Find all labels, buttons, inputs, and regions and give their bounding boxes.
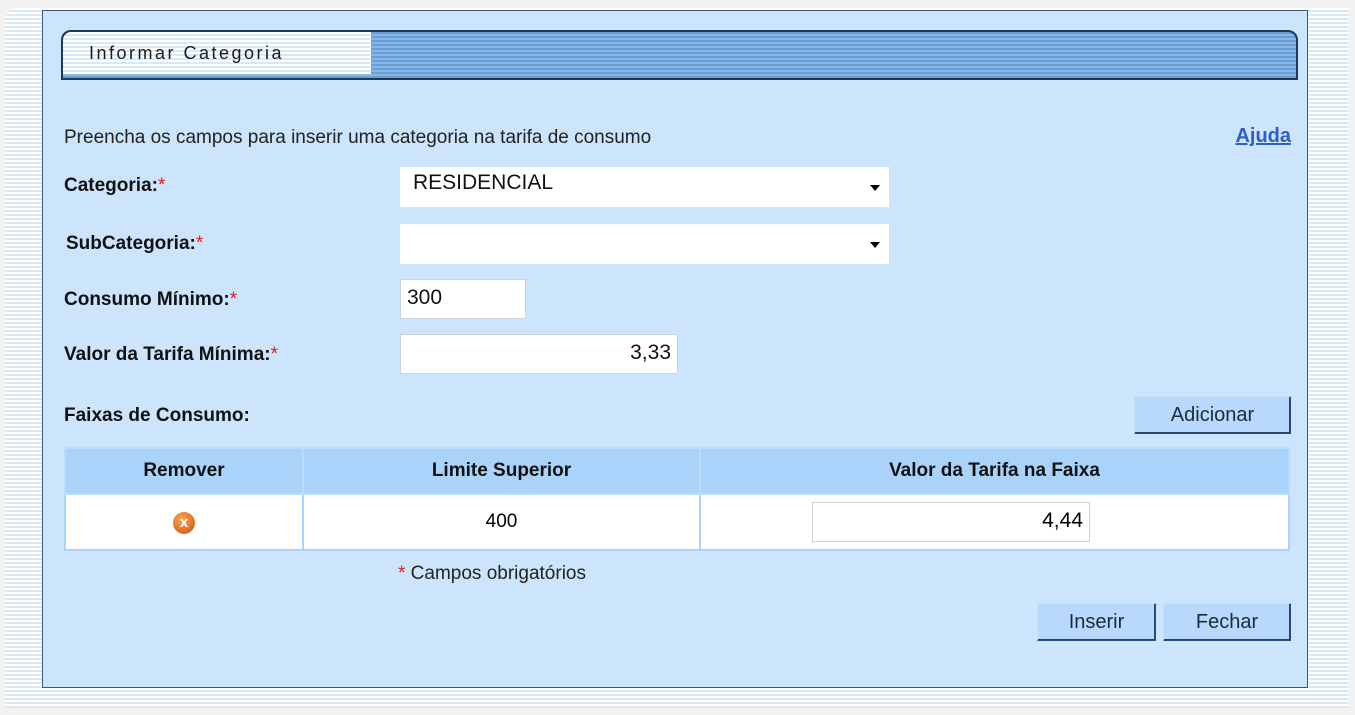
required-mark: *: [229, 289, 238, 310]
subcategoria-label: SubCategoria:*: [66, 233, 203, 255]
consumo-minimo-input[interactable]: 300: [400, 279, 526, 319]
required-mark: *: [270, 344, 278, 365]
column-header-remover: Remover: [64, 447, 304, 495]
valor-tarifa-minima-input[interactable]: 3,33: [400, 334, 678, 374]
categoria-label: Categoria:*: [64, 175, 165, 197]
required-mark: *: [195, 233, 204, 254]
faixas-table: Remover Limite Superior Valor da Tarifa …: [64, 447, 1290, 551]
limite-superior-cell: 400: [302, 493, 701, 551]
remove-cell: x: [64, 493, 304, 551]
chevron-down-icon: [870, 185, 880, 191]
required-fields-text: Campos obrigatórios: [405, 563, 586, 584]
window-title: Informar Categoria: [89, 43, 285, 63]
chevron-down-icon: [870, 242, 880, 248]
consumo-minimo-label-text: Consumo Mínimo:: [64, 289, 230, 310]
subcategoria-label-text: SubCategoria:: [66, 233, 196, 254]
column-header-limite-superior: Limite Superior: [302, 447, 701, 495]
adicionar-button[interactable]: Adicionar: [1134, 396, 1291, 434]
inserir-button[interactable]: Inserir: [1037, 603, 1156, 641]
faixas-consumo-label: Faixas de Consumo:: [64, 405, 250, 426]
consumo-minimo-label: Consumo Mínimo:*: [64, 289, 237, 311]
valor-tarifa-faixa-input[interactable]: 4,44: [812, 502, 1090, 542]
table-header-row: Remover Limite Superior Valor da Tarifa …: [64, 447, 1290, 495]
remove-circle-x-icon[interactable]: x: [173, 511, 195, 534]
categoria-select[interactable]: RESIDENCIAL: [400, 167, 889, 207]
fechar-button[interactable]: Fechar: [1163, 603, 1291, 641]
help-link[interactable]: Ajuda: [1235, 125, 1291, 148]
instructions-text: Preencha os campos para inserir uma cate…: [64, 127, 652, 148]
categoria-selected-value: RESIDENCIAL: [413, 171, 554, 194]
categoria-label-text: Categoria:: [64, 175, 158, 196]
column-header-valor-tarifa: Valor da Tarifa na Faixa: [699, 447, 1290, 495]
valor-tarifa-minima-label: Valor da Tarifa Mínima:*: [64, 344, 278, 366]
table-row: x 400 4,44: [64, 493, 1290, 551]
required-fields-note: * Campos obrigatórios: [398, 563, 586, 585]
valor-tarifa-cell: 4,44: [699, 493, 1290, 551]
valor-tarifa-minima-label-text: Valor da Tarifa Mínima:: [64, 344, 271, 365]
required-mark: *: [157, 175, 166, 196]
subcategoria-select[interactable]: [400, 224, 889, 264]
